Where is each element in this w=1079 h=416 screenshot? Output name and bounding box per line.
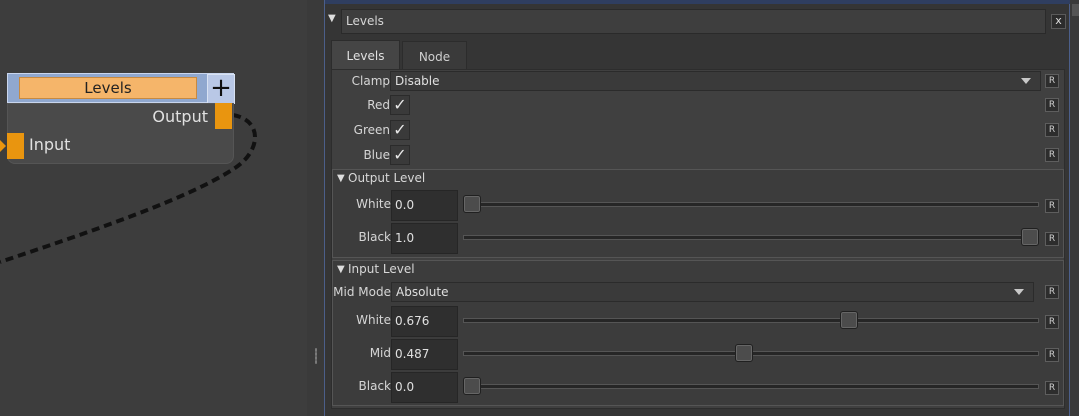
node-graph[interactable]: Levels + Output Input <box>0 0 307 416</box>
input-white-slider[interactable] <box>463 318 1039 323</box>
output-black-label: Black <box>358 230 391 244</box>
input-white-slider-handle[interactable] <box>840 311 859 329</box>
collapse-triangle-icon[interactable]: ▼ <box>337 173 345 184</box>
output-black-row: Black 1.0 R <box>333 223 1067 256</box>
panel-title[interactable]: Levels <box>341 9 1046 34</box>
panel-scrollbar[interactable] <box>1070 0 1079 416</box>
clamp-label: Clamp <box>351 74 390 88</box>
clamp-reset-button[interactable]: R <box>1045 74 1059 88</box>
clamp-row: Clamp Disable R <box>332 70 1066 94</box>
mid-mode-label: Mid Mode <box>333 285 391 299</box>
tab-node[interactable]: Node <box>402 41 467 70</box>
green-checkbox[interactable]: ✓ <box>390 120 410 140</box>
output-black-slider-handle[interactable] <box>1021 228 1039 246</box>
input-white-row: White 0.676 R <box>333 306 1067 339</box>
input-mid-slider-handle[interactable] <box>734 344 753 362</box>
scrollbar-thumb[interactable] <box>1072 4 1079 16</box>
input-black-row: Black 0.0 R <box>333 372 1067 405</box>
red-row: Red ✓ R <box>332 94 1066 118</box>
connection-wire <box>0 113 257 264</box>
chevron-down-icon <box>1021 78 1031 84</box>
output-port-label: Output <box>152 107 208 126</box>
mid-mode-dropdown[interactable]: Absolute <box>391 282 1034 302</box>
green-row: Green ✓ R <box>332 119 1066 143</box>
panel-header: ▼ Levels x <box>325 4 1071 36</box>
mid-mode-row: Mid Mode Absolute R <box>333 281 1067 305</box>
output-white-reset-button[interactable]: R <box>1045 199 1059 213</box>
output-level-title[interactable]: Output Level <box>348 171 425 185</box>
output-black-input[interactable]: 1.0 <box>391 223 458 254</box>
input-mid-label: Mid <box>369 346 391 360</box>
red-label: Red <box>367 98 390 112</box>
input-white-input[interactable]: 0.676 <box>391 306 458 337</box>
output-white-label: White <box>356 197 391 211</box>
input-mid-row: Mid 0.487 R <box>333 339 1067 372</box>
red-checkbox[interactable]: ✓ <box>390 95 410 115</box>
input-white-label: White <box>356 313 391 327</box>
input-level-group: ▼ Input Level Mid Mode Absolute R White … <box>332 260 1064 406</box>
input-white-reset-button[interactable]: R <box>1045 315 1059 329</box>
close-button[interactable]: x <box>1051 14 1066 29</box>
input-port-label: Input <box>29 135 71 154</box>
blue-checkbox[interactable]: ✓ <box>390 145 410 165</box>
output-level-group: ▼ Output Level White 0.0 R Black 1.0 R <box>332 169 1064 258</box>
collapse-triangle-icon[interactable]: ▼ <box>328 13 336 24</box>
chevron-down-icon <box>1014 289 1024 295</box>
output-black-slider[interactable] <box>463 235 1039 240</box>
input-mid-reset-button[interactable]: R <box>1045 348 1059 362</box>
input-black-slider-handle[interactable] <box>463 377 481 395</box>
input-black-input[interactable]: 0.0 <box>391 372 458 403</box>
input-level-title[interactable]: Input Level <box>348 262 415 276</box>
tab-levels[interactable]: Levels <box>331 40 400 70</box>
mid-mode-value: Absolute <box>396 285 449 299</box>
node-header[interactable]: Levels + <box>7 73 235 104</box>
node-expand-button[interactable]: + <box>207 74 235 104</box>
input-port[interactable] <box>7 133 24 159</box>
input-black-reset-button[interactable]: R <box>1045 381 1059 395</box>
clamp-dropdown[interactable]: Disable <box>390 71 1041 91</box>
clamp-value: Disable <box>395 74 440 88</box>
input-black-label: Black <box>358 379 391 393</box>
splitter[interactable] <box>307 0 324 416</box>
green-reset-button[interactable]: R <box>1045 123 1059 137</box>
blue-label: Blue <box>363 148 390 162</box>
splitter-grip-icon[interactable] <box>315 348 317 364</box>
node-title[interactable]: Levels <box>19 77 197 99</box>
output-white-slider[interactable] <box>463 202 1039 207</box>
output-white-input[interactable]: 0.0 <box>391 190 458 221</box>
levels-node[interactable]: Levels + Output Input <box>7 73 235 164</box>
red-reset-button[interactable]: R <box>1045 98 1059 112</box>
output-black-reset-button[interactable]: R <box>1045 232 1059 246</box>
blue-row: Blue ✓ R <box>332 144 1066 168</box>
input-mid-input[interactable]: 0.487 <box>391 339 458 370</box>
green-label: Green <box>353 123 390 137</box>
input-black-slider[interactable] <box>463 384 1039 389</box>
blue-reset-button[interactable]: R <box>1045 148 1059 162</box>
properties-panel: ▼ Levels x Levels Node Clamp Disable R R… <box>324 0 1071 416</box>
output-white-row: White 0.0 R <box>333 190 1067 223</box>
tab-content: Clamp Disable R Red ✓ R Green ✓ R Blue ✓… <box>331 69 1065 409</box>
collapse-triangle-icon[interactable]: ▼ <box>337 264 345 275</box>
mid-mode-reset-button[interactable]: R <box>1045 285 1059 299</box>
output-white-slider-handle[interactable] <box>463 195 481 213</box>
output-port[interactable] <box>215 103 232 129</box>
